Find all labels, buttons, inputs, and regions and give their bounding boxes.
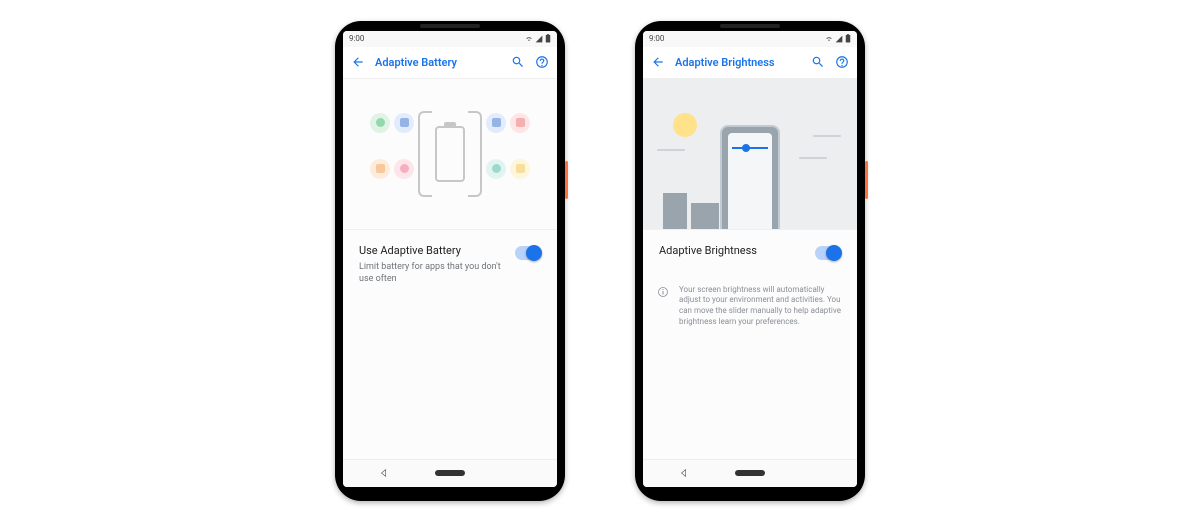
nav-bar xyxy=(343,459,557,487)
content: Adaptive Brightness Your screen brightne… xyxy=(643,79,857,459)
toggle-subtitle: Limit battery for apps that you don't us… xyxy=(359,261,503,285)
building-icon xyxy=(691,203,719,229)
info-icon xyxy=(657,286,669,298)
back-arrow-icon[interactable] xyxy=(651,55,665,69)
toggle-switch[interactable] xyxy=(515,246,541,260)
brace-icon xyxy=(468,111,482,197)
help-icon[interactable] xyxy=(835,55,849,69)
app-chip-icon xyxy=(394,159,414,179)
cloud-icon xyxy=(657,149,685,151)
status-icons xyxy=(525,34,551,43)
help-icon[interactable] xyxy=(535,55,549,69)
power-button xyxy=(865,161,868,199)
adaptive-brightness-toggle-row[interactable]: Adaptive Brightness xyxy=(643,229,857,275)
nav-back-icon[interactable] xyxy=(679,468,689,478)
adaptive-battery-toggle-row[interactable]: Use Adaptive Battery Limit battery for a… xyxy=(343,229,557,299)
toggle-switch[interactable] xyxy=(815,246,841,260)
app-bar: Adaptive Brightness xyxy=(643,47,857,79)
status-time: 9:00 xyxy=(349,34,364,43)
status-bar: 9:00 xyxy=(643,31,857,47)
screen: 9:00 Adaptive Brightness xyxy=(643,31,857,487)
sun-icon xyxy=(673,113,697,137)
brightness-illustration xyxy=(643,79,857,229)
nav-bar xyxy=(643,459,857,487)
brace-icon xyxy=(418,111,432,197)
speaker-grille xyxy=(720,24,780,28)
cloud-icon xyxy=(813,135,841,137)
app-chip-icon xyxy=(510,113,530,133)
search-icon[interactable] xyxy=(511,55,525,69)
info-text: Your screen brightness will automaticall… xyxy=(679,285,843,328)
screen: 9:00 Adaptive Battery xyxy=(343,31,557,487)
building-icon xyxy=(663,193,687,229)
app-chip-icon xyxy=(486,159,506,179)
search-icon[interactable] xyxy=(811,55,825,69)
power-button xyxy=(565,161,568,199)
toggle-title: Use Adaptive Battery xyxy=(359,244,503,257)
app-chip-icon xyxy=(510,159,530,179)
nav-home-pill[interactable] xyxy=(435,470,465,476)
page-title: Adaptive Brightness xyxy=(675,56,801,69)
info-row: Your screen brightness will automaticall… xyxy=(643,275,857,338)
battery-outline-icon xyxy=(435,126,465,182)
content: Use Adaptive Battery Limit battery for a… xyxy=(343,79,557,459)
signal-icon xyxy=(835,35,843,43)
status-icons xyxy=(825,34,851,43)
status-time: 9:00 xyxy=(649,34,664,43)
slider-illustration-icon xyxy=(732,147,768,149)
toggle-title: Adaptive Brightness xyxy=(659,244,803,257)
phone-mockup-battery: 9:00 Adaptive Battery xyxy=(335,21,565,501)
page-title: Adaptive Battery xyxy=(375,56,501,69)
wifi-icon xyxy=(825,35,833,43)
back-arrow-icon[interactable] xyxy=(351,55,365,69)
signal-icon xyxy=(535,35,543,43)
app-bar: Adaptive Battery xyxy=(343,47,557,79)
nav-home-pill[interactable] xyxy=(735,470,765,476)
wifi-icon xyxy=(525,35,533,43)
battery-illustration xyxy=(343,79,557,229)
phone-mockup-brightness: 9:00 Adaptive Brightness xyxy=(635,21,865,501)
nav-back-icon[interactable] xyxy=(379,468,389,478)
cloud-icon xyxy=(799,157,827,159)
app-chip-icon xyxy=(486,113,506,133)
app-chip-icon xyxy=(370,159,390,179)
status-bar: 9:00 xyxy=(343,31,557,47)
app-chip-icon xyxy=(370,113,390,133)
battery-status-icon xyxy=(845,34,851,43)
battery-status-icon xyxy=(545,34,551,43)
phone-illustration-icon xyxy=(720,125,780,229)
speaker-grille xyxy=(420,24,480,28)
app-chip-icon xyxy=(394,113,414,133)
